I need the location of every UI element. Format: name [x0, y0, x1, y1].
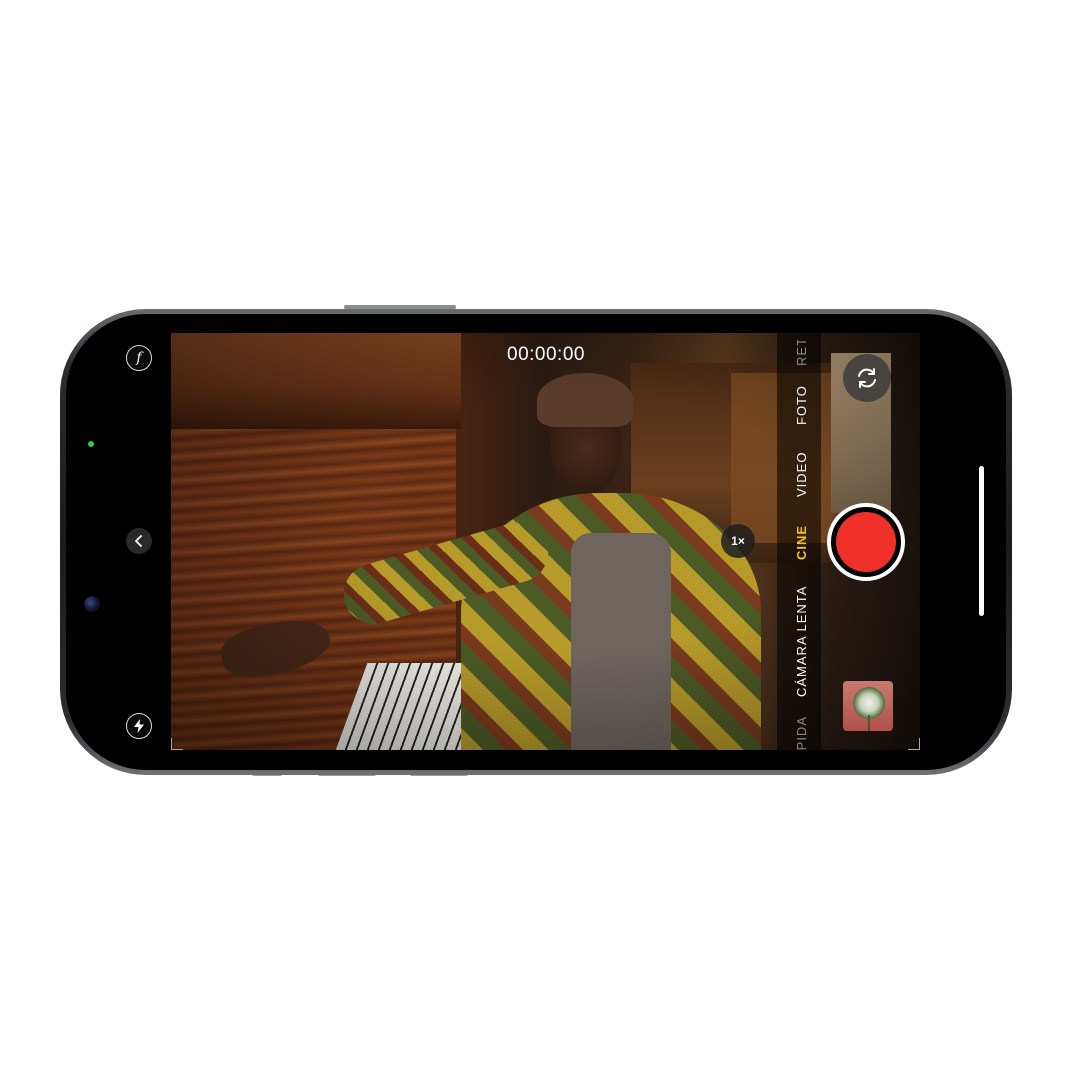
shutter-record-button[interactable]	[827, 503, 905, 581]
mode-foto[interactable]: FOTO	[794, 385, 809, 425]
frame-corner	[908, 738, 920, 750]
mode-label: RETRATO	[794, 340, 809, 366]
aperture-icon[interactable]: f	[126, 345, 152, 371]
mode-camara-lenta[interactable]: CÁMARA LENTA	[794, 586, 809, 697]
mode-label: FOTO	[794, 385, 809, 425]
frame-corner	[171, 738, 183, 750]
flip-camera-glyph	[858, 368, 876, 388]
aperture-glyph: f	[136, 350, 142, 366]
zoom-label: 1×	[731, 534, 745, 548]
front-camera-lens	[84, 596, 100, 612]
record-dot	[836, 512, 896, 572]
zoom-button[interactable]: 1×	[721, 524, 755, 558]
chevron-left-icon[interactable]	[126, 528, 152, 554]
chevron-left-glyph	[135, 535, 142, 547]
recording-timer: 00:00:00	[507, 344, 585, 365]
camera-in-use-indicator	[88, 441, 94, 447]
mode-video[interactable]: VIDEO	[794, 452, 809, 497]
flip-camera-icon[interactable]	[843, 354, 891, 402]
mode-label: CÁMARA LENTA	[794, 585, 809, 697]
flash-glyph	[134, 719, 144, 733]
home-indicator[interactable]	[979, 466, 984, 616]
mode-label: RÁPIDA	[794, 716, 809, 750]
mode-rapida[interactable]: RÁPIDA	[794, 716, 809, 750]
mode-label: VIDEO	[794, 451, 809, 497]
gallery-thumbnail[interactable]	[843, 681, 893, 731]
mode-retrato[interactable]: RETRATO	[794, 340, 809, 366]
mode-label: CINE	[794, 524, 809, 560]
mode-cine[interactable]: CINE	[794, 525, 809, 560]
thumbnail-stem	[868, 715, 870, 731]
flash-icon[interactable]	[126, 713, 152, 739]
